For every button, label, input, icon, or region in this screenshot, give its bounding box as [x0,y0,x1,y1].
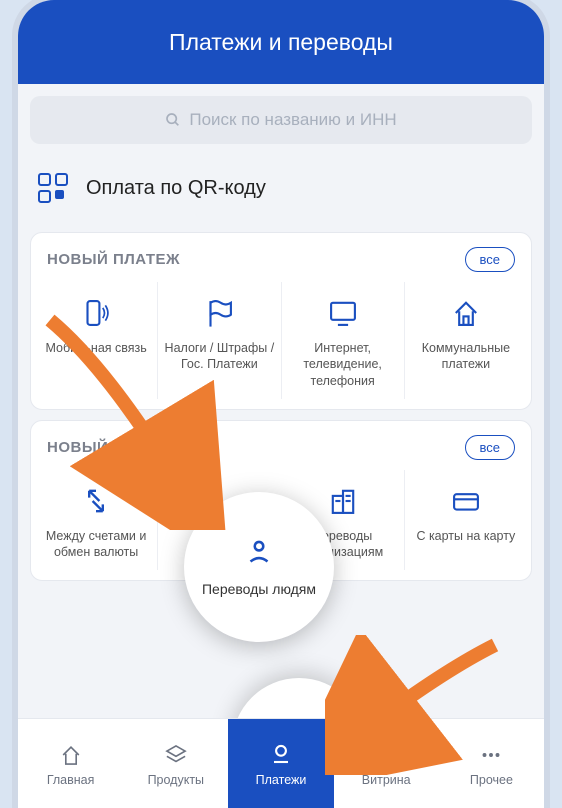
search-icon [165,112,181,128]
tile-label: Между счетами и обмен валюты [41,528,151,561]
card-icon [449,484,483,518]
tile-label: Налоги / Штрафы / Гос. Платежи [164,340,274,373]
payment-all-button[interactable]: все [465,247,516,272]
person-icon [242,536,276,570]
tile-internet[interactable]: Интернет, телевидение, телефония [282,282,405,399]
monitor-icon [326,296,360,330]
nav-label: Витрина [362,773,411,787]
tile-card-to-card[interactable]: С карты на карту [405,470,527,571]
transfer-section-title: НОВЫЙ ПЕРЕВОД [47,439,190,456]
payment-section: НОВЫЙ ПЛАТЕЖ все Мобильная связь Налоги … [30,232,532,410]
flag-icon [202,296,236,330]
dots-icon [477,741,505,769]
home-icon [449,296,483,330]
transfer-all-button[interactable]: все [465,435,516,460]
tile-mobile[interactable]: Мобильная связь [35,282,158,399]
bottom-nav: Главная Продукты Платежи Витрина Прочее [18,718,544,808]
tile-utilities[interactable]: Коммунальные платежи [405,282,527,399]
header-bar: Платежи и переводы [18,0,544,84]
search-placeholder: Поиск по названию и ИНН [189,110,396,130]
nav-more[interactable]: Прочее [439,719,544,808]
home-icon [57,741,85,769]
search-input[interactable]: Поиск по названию и ИНН [30,96,532,144]
nav-label: Главная [47,773,95,787]
qr-label: Оплата по QR-коду [86,177,266,200]
person-underline-icon [267,741,295,769]
tile-label: Коммунальные платежи [411,340,521,373]
building-icon [326,484,360,518]
highlight-people-transfer[interactable]: Переводы людям [184,492,334,642]
nav-payments[interactable]: Платежи [228,719,333,808]
nav-label: Продукты [148,773,204,787]
tile-between-accounts[interactable]: Между счетами и обмен валюты [35,470,158,571]
layers-icon [162,741,190,769]
swap-arrows-icon [79,484,113,518]
qr-pay-row[interactable]: Оплата по QR-коду [30,150,532,226]
tile-label: Интернет, телевидение, телефония [288,340,398,389]
payment-section-title: НОВЫЙ ПЛАТЕЖ [47,251,180,268]
phone-frame: Платежи и переводы Поиск по названию и И… [18,0,544,808]
tile-label: Мобильная связь [45,340,146,356]
nav-showcase[interactable]: Витрина [334,719,439,808]
phone-signal-icon [79,296,113,330]
qr-icon [38,173,68,203]
nav-products[interactable]: Продукты [123,719,228,808]
page-title: Платежи и переводы [169,29,393,56]
bag-icon [372,741,400,769]
nav-label: Прочее [470,773,513,787]
tile-taxes[interactable]: Налоги / Штрафы / Гос. Платежи [158,282,281,399]
nav-label: Платежи [256,773,307,787]
nav-home[interactable]: Главная [18,719,123,808]
tile-label: Переводы людям [202,580,316,598]
tile-label: С карты на карту [416,528,515,544]
